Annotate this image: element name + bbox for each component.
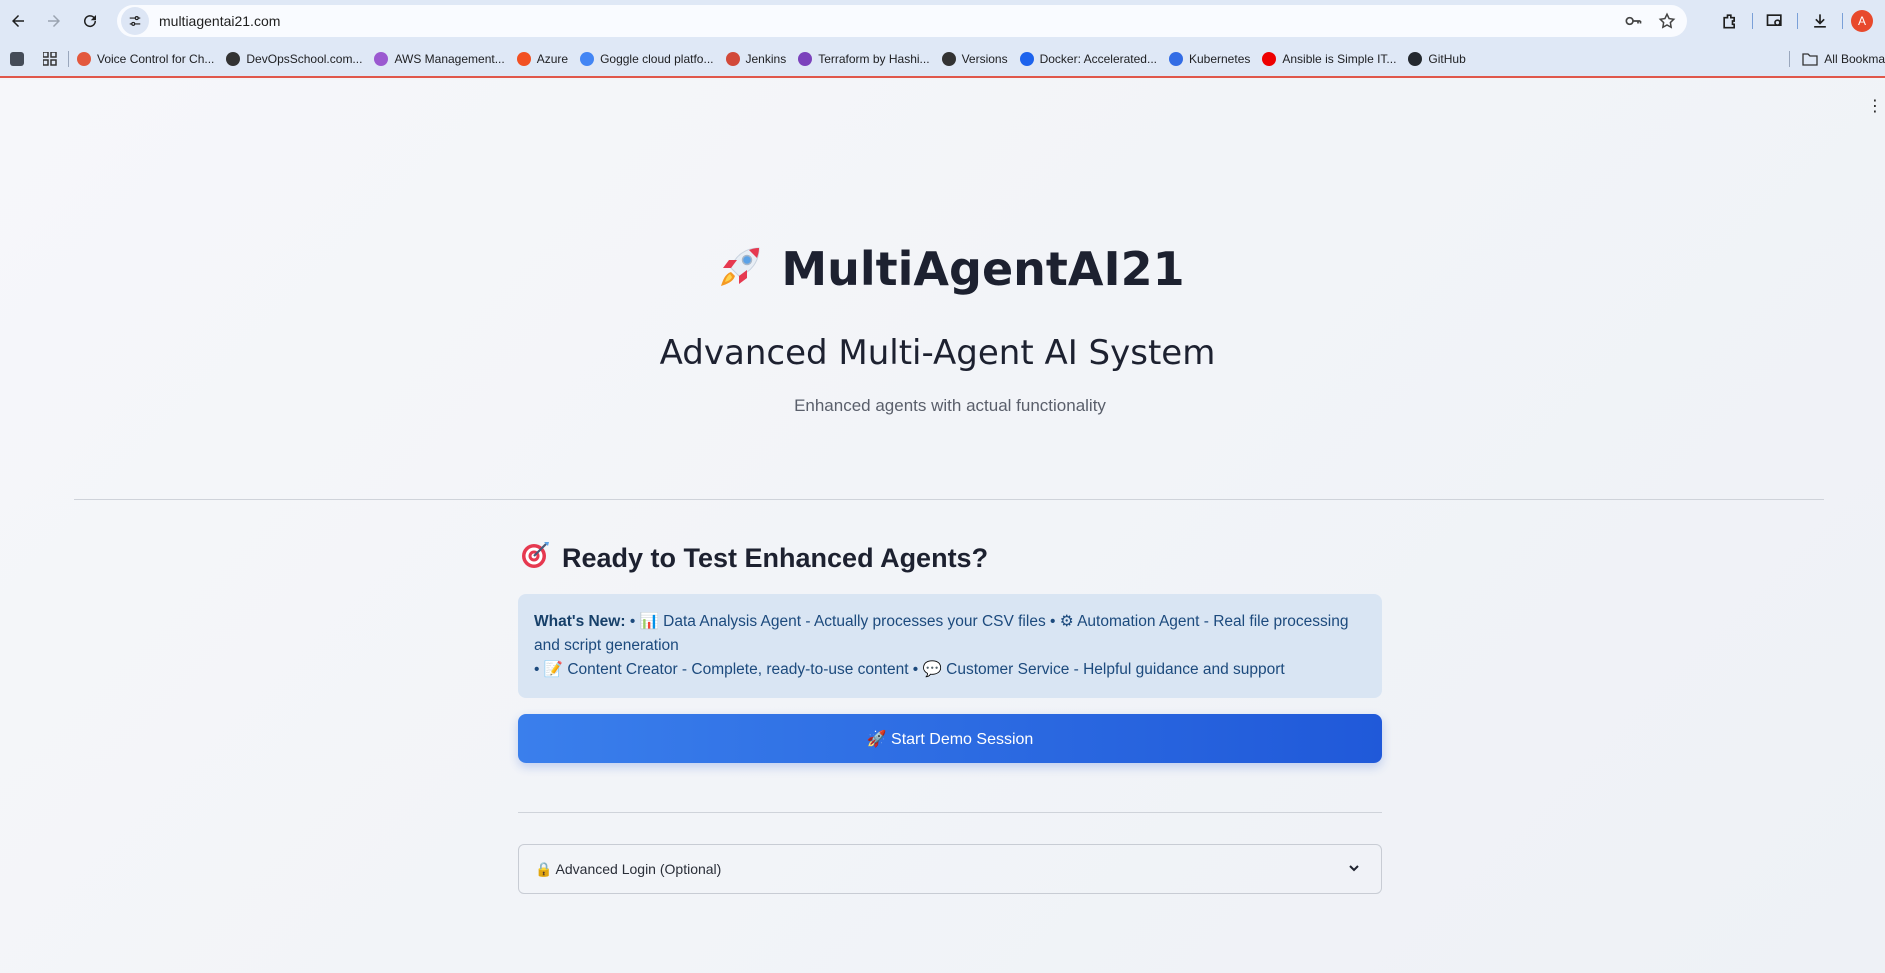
bookmark-item[interactable]: Voice Control for Ch...	[77, 52, 214, 66]
bookmark-label: Azure	[536, 52, 569, 66]
bookmark-item[interactable]: Jenkins	[725, 52, 787, 66]
arrow-right-icon	[48, 15, 60, 27]
section-divider	[518, 812, 1382, 813]
bookmarks-bar: Voice Control for Ch... DevOpsSchool.com.…	[0, 42, 1885, 78]
bookmark-favicon-icon	[77, 52, 91, 66]
rocket-icon	[715, 242, 765, 303]
whats-new-box: What's New: • 📊 Data Analysis Agent - Ac…	[518, 594, 1382, 698]
address-bar[interactable]: multiagentai21.com	[117, 5, 1687, 37]
bookmark-favicon-icon	[1262, 52, 1277, 66]
whats-new-label: What's New:	[534, 613, 626, 630]
bookmark-label: GitHub	[1428, 52, 1466, 66]
arrow-left-icon	[12, 15, 24, 27]
app-title: MultiAgentAI21	[781, 242, 1185, 296]
bookmark-favicon-icon	[580, 52, 595, 66]
bookmark-list: Voice Control for Ch... DevOpsSchool.com.…	[77, 52, 1478, 66]
profile-avatar[interactable]: A	[1851, 10, 1873, 32]
bookmark-favicon-icon	[798, 52, 813, 66]
toolbar-divider	[1797, 13, 1798, 29]
bookmark-label: DevOpsSchool.com...	[246, 52, 363, 66]
more-options-icon[interactable]: ⋮	[1867, 96, 1883, 116]
bookmark-item[interactable]: Docker: Accelerated...	[1019, 52, 1157, 66]
reload-button[interactable]	[72, 3, 108, 39]
bookmark-favicon-icon	[941, 52, 956, 66]
ready-heading: Ready to Test Enhanced Agents?	[520, 540, 988, 577]
advanced-login-expander[interactable]: 🔒 Advanced Login (Optional)	[518, 844, 1382, 894]
password-key-icon[interactable]	[1621, 9, 1645, 33]
back-button[interactable]	[0, 3, 36, 39]
extensions-icon[interactable]	[1714, 5, 1746, 37]
bookmark-label: Voice Control for Ch...	[97, 52, 215, 66]
bookmark-item[interactable]: Versions	[941, 52, 1008, 66]
bookmark-item[interactable]: Ansible is Simple IT...	[1262, 52, 1396, 66]
page-title: MultiAgentAI21	[0, 242, 1885, 303]
browser-toolbar: multiagentai21.com A	[0, 0, 1885, 42]
forward-button[interactable]	[36, 3, 72, 39]
all-bookmarks-button[interactable]: All Bookma	[1781, 42, 1885, 76]
bookmark-item[interactable]: Kubernetes	[1168, 52, 1251, 66]
bookmark-favicon-icon	[725, 52, 740, 66]
toolbar-divider	[1842, 13, 1843, 29]
bookmark-label: Docker: Accelerated...	[1039, 52, 1157, 66]
toolbar-divider	[1752, 13, 1753, 29]
site-settings-icon[interactable]	[121, 7, 149, 35]
tab-search-icon[interactable]	[1759, 5, 1791, 37]
bookmark-star-icon[interactable]	[1655, 9, 1679, 33]
bookmark-label: Kubernetes	[1188, 52, 1251, 66]
ready-heading-text: Ready to Test Enhanced Agents?	[562, 543, 989, 573]
url-text[interactable]: multiagentai21.com	[159, 13, 280, 29]
bookmark-favicon-icon	[374, 52, 389, 66]
bookmark-item[interactable]: Terraform by Hashi...	[798, 52, 930, 66]
bookmark-item[interactable]: Azure	[516, 52, 569, 66]
section-divider	[74, 499, 1824, 500]
downloads-icon[interactable]	[1804, 5, 1836, 37]
bookmark-label: Jenkins	[745, 52, 787, 66]
bookmark-label: Terraform by Hashi...	[818, 52, 930, 66]
whats-new-line-1: • 📊 Data Analysis Agent - Actually proce…	[534, 613, 1349, 654]
chevron-down-icon	[1347, 861, 1361, 878]
bookmark-label: Ansible is Simple IT...	[1282, 52, 1397, 66]
bookmark-item[interactable]: DevOpsSchool.com...	[226, 52, 362, 66]
bookmark-favicon-icon	[1408, 52, 1423, 66]
bookmark-favicon-icon	[516, 52, 531, 66]
bookmark-app-icon[interactable]	[10, 52, 24, 66]
bookmark-favicon-icon	[226, 52, 241, 66]
bookmark-item[interactable]: Goggle cloud platfo...	[580, 52, 714, 66]
bookmark-label: Goggle cloud platfo...	[600, 52, 714, 66]
bookmarks-divider	[1789, 51, 1791, 67]
advanced-login-label: 🔒 Advanced Login (Optional)	[535, 860, 722, 877]
bookmark-label: Versions	[961, 52, 1008, 66]
bookmark-favicon-icon	[1019, 52, 1034, 66]
page-subtitle: Advanced Multi-Agent AI System	[659, 333, 1216, 373]
bookmark-label: AWS Management...	[394, 52, 505, 66]
apps-grid-icon[interactable]	[42, 51, 58, 67]
folder-icon	[1802, 53, 1818, 66]
all-bookmarks-label: All Bookma	[1824, 52, 1885, 66]
target-icon	[520, 540, 550, 577]
bookmarks-divider	[68, 51, 69, 67]
bookmark-item[interactable]: AWS Management...	[374, 52, 505, 66]
start-demo-button[interactable]: 🚀 Start Demo Session	[518, 714, 1382, 763]
bookmark-favicon-icon	[1168, 52, 1183, 66]
whats-new-line-2: • 📝 Content Creator - Complete, ready-to…	[534, 661, 1285, 678]
reload-icon	[84, 15, 97, 28]
page-tagline: Enhanced agents with actual functionalit…	[794, 396, 1106, 415]
page-content: ⋮ MultiAgentAI21 Advanced Multi-Agent AI…	[0, 80, 1885, 973]
bookmark-item[interactable]: GitHub	[1408, 52, 1466, 66]
